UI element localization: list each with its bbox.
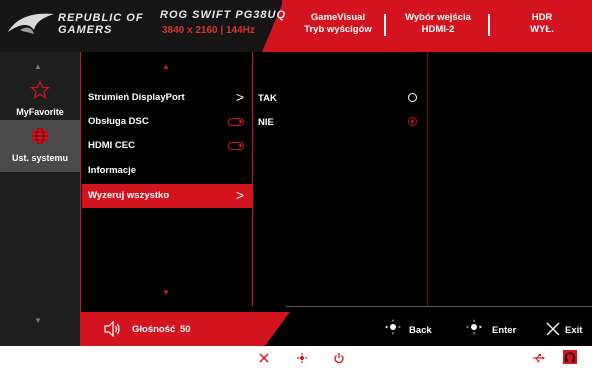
status-gamevisual-value: Tryb wyścigów [304,24,372,35]
status-gamevisual-title: GameVisual [310,12,366,23]
monitor-model: ROG SWIFT PG38UQ [160,9,287,21]
menu-item-label: Informacje [88,165,137,176]
menu-item-label: HDMI CEC [88,140,135,151]
star-icon [30,80,50,100]
option-no-radio[interactable] [408,117,417,126]
brand-line-2: GAMERS [58,24,113,36]
sidebar-scroll-up-icon: ▲ [34,62,42,71]
menu-item-information[interactable]: Informacje [82,159,252,183]
speaker-icon [104,321,120,337]
rog-logo-icon [8,13,54,34]
menu-item-dsc-support[interactable]: Obsługa DSC [82,110,252,134]
status-input-title: Wybór wejścia [405,12,471,23]
menu-scroll-down-icon: ▼ [162,288,170,297]
option-yes-radio[interactable] [408,93,417,102]
status-input-value: HDMI-2 [421,24,455,35]
column-divider [80,52,81,346]
back-label: Back [409,325,432,336]
sidebar-item-label: Ust. systemu [11,153,69,163]
menu-item-label: Strumień DisplayPort [88,92,185,103]
chevron-right-icon: > [235,89,244,105]
volume-label: Głośność [132,324,176,335]
exit-label: Exit [565,325,583,336]
status-hdr-value: WYŁ. [530,24,554,35]
usb-icon [533,354,545,363]
monitor-resolution: 3840 x 2160 | 144Hz [162,25,255,36]
status-hdr: HDR WYŁ. [500,12,584,36]
menu-scroll-up-icon: ▲ [162,62,170,71]
close-button-icon[interactable] [258,352,270,364]
option-yes-label: TAK [258,93,277,104]
menu-item-displayport-stream[interactable]: Strumień DisplayPort > [82,86,252,110]
chevron-right-icon: > [235,187,244,203]
column-divider [252,52,253,306]
volume-value: 50 [180,324,191,335]
column-divider [427,52,428,306]
sidebar-item-label: MyFavorite [16,107,64,117]
menu-item-label: Obsługa DSC [88,116,149,127]
sidebar-scroll-down-icon: ▼ [34,316,42,325]
status-input: Wybór wejścia HDMI-2 [392,12,484,36]
status-separator [384,14,386,36]
enter-label: Enter [492,325,517,336]
toggle-icon[interactable] [228,118,244,126]
status-hdr-title: HDR [531,12,553,23]
toggle-icon[interactable] [228,142,244,150]
close-icon [546,322,560,336]
header-red-slant [262,0,284,52]
osd-menu: REPUBLIC OF GAMERS ROG SWIFT PG38UQ 3840… [0,0,592,346]
status-gamevisual: GameVisual Tryb wyścigów [296,12,380,36]
brand-line-1: REPUBLIC OF [58,12,144,24]
menu-item-reset-all[interactable]: Wyzeruj wszystko > [82,184,252,208]
brand-name: REPUBLIC OF GAMERS [58,12,144,36]
globe-icon [32,127,48,145]
joystick-back-icon [385,319,401,335]
menu-item-hdmi-cec[interactable]: HDMI CEC [82,134,252,158]
power-button-icon[interactable] [333,352,345,364]
headphone-icon [563,350,577,364]
menu-item-label: Wyzeruj wszystko [88,190,170,201]
option-no-label: NIE [258,117,274,128]
sidebar-item-system-settings[interactable]: Ust. systemu [0,120,80,172]
bottom-divider [286,306,592,307]
joystick-button-icon[interactable] [296,352,308,364]
status-separator [488,14,490,36]
joystick-enter-icon [466,319,482,335]
